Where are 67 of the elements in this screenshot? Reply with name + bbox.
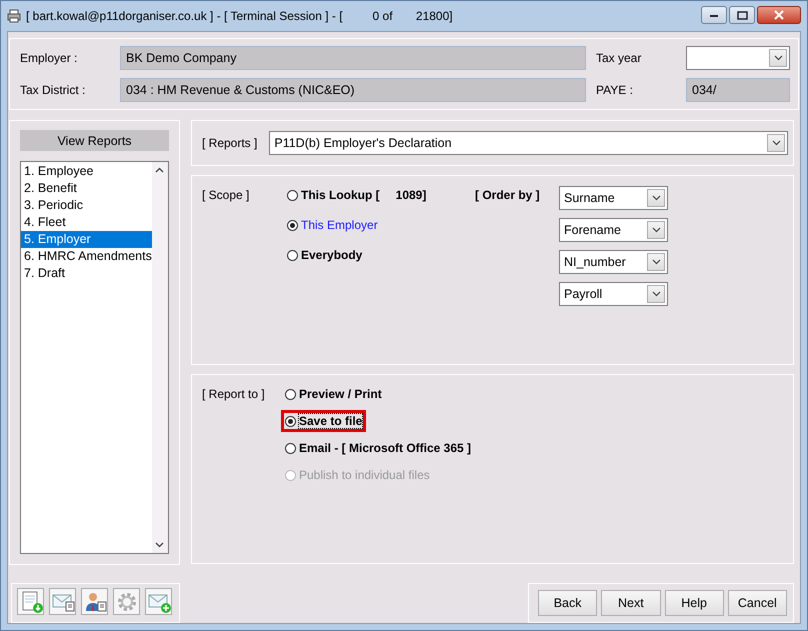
dialog-button[interactable]: Back xyxy=(538,590,598,616)
close-icon xyxy=(773,10,785,20)
dropdown-caret-icon[interactable] xyxy=(767,134,785,152)
dialog-button[interactable]: Help xyxy=(664,590,724,616)
tax-year-label: Tax year xyxy=(596,51,642,65)
list-item[interactable]: 5. Employer xyxy=(21,231,152,248)
radio-button[interactable] xyxy=(285,388,296,400)
minimize-icon xyxy=(709,12,719,18)
dropdown-caret-icon[interactable] xyxy=(647,253,665,271)
combo-value: Forename xyxy=(564,223,622,237)
reports-label: [ Reports ] xyxy=(202,136,258,150)
list-item[interactable]: 4. Fleet xyxy=(21,214,152,231)
radio-label: Email - [ Microsoft Office 365 ] xyxy=(299,441,472,455)
list-item[interactable]: 3. Periodic xyxy=(21,197,152,214)
order-by-dropdown[interactable]: Forename xyxy=(559,218,668,242)
list-item[interactable]: 2. Benefit xyxy=(21,180,152,197)
close-button[interactable] xyxy=(757,6,801,24)
employer-label: Employer : xyxy=(20,51,78,65)
order-by-label: [ Order by ] xyxy=(475,188,541,204)
scroll-up-icon[interactable] xyxy=(155,167,164,173)
tax-year-dropdown[interactable] xyxy=(686,46,790,70)
scroll-down-icon[interactable] xyxy=(155,542,164,548)
dropdown-caret-icon[interactable] xyxy=(769,49,787,67)
lookup-count: 1089] xyxy=(396,188,426,202)
paye-field: 034/ xyxy=(686,78,790,102)
order-by-dropdown[interactable]: Surname xyxy=(559,186,668,210)
maximize-button[interactable] xyxy=(729,6,755,24)
combo-value: NI_number xyxy=(564,255,627,269)
radio-button[interactable] xyxy=(285,442,296,454)
employer-field: BK Demo Company xyxy=(120,46,586,70)
scope-label: [ Scope ] xyxy=(202,188,250,204)
dropdown-caret-icon[interactable] xyxy=(647,285,665,303)
sidebar-title: View Reports xyxy=(20,130,169,151)
dialog-button[interactable]: Cancel xyxy=(728,590,787,616)
combo-value: P11D(b) Employer's Declaration xyxy=(274,136,453,150)
dropdown-caret-icon[interactable] xyxy=(647,221,665,239)
printer-icon xyxy=(7,9,21,23)
radio-button[interactable] xyxy=(287,220,298,230)
list-item[interactable]: 6. HMRC Amendments xyxy=(21,248,152,265)
radio-button[interactable] xyxy=(287,190,298,200)
paye-label: PAYE : xyxy=(596,83,634,97)
order-by-dropdown[interactable]: Payroll xyxy=(559,282,668,306)
radio-label: Preview / Print xyxy=(299,387,382,401)
reports-dropdown[interactable]: P11D(b) Employer's Declaration xyxy=(269,131,788,155)
report-to-label: [ Report to ] xyxy=(202,387,266,403)
minimize-button[interactable] xyxy=(701,6,727,24)
radio-label: Everybody xyxy=(301,248,362,262)
radio-label: Save to file xyxy=(299,414,362,428)
radio-label: This Lookup [ xyxy=(301,188,380,202)
radio-label: This Employer xyxy=(301,218,378,232)
radio-button[interactable] xyxy=(287,250,298,260)
list-item[interactable]: 7. Draft xyxy=(21,265,152,282)
radio-button[interactable] xyxy=(285,416,296,426)
person-note-button[interactable] xyxy=(81,588,108,615)
combo-value: Payroll xyxy=(564,287,604,301)
radio-label: Publish to individual files xyxy=(299,468,430,482)
combo-value: Surname xyxy=(564,191,616,205)
document-download-button[interactable] xyxy=(17,588,44,615)
window-title: [ bart.kowal@p11dorganiser.co.uk ] - [ Terminal Session ] - [ 0 of 21800] xyxy=(26,9,453,23)
tax-district-label: Tax District : xyxy=(20,83,86,97)
dropdown-caret-icon[interactable] xyxy=(647,189,665,207)
dialog-button[interactable]: Next xyxy=(601,590,660,616)
list-item[interactable]: 1. Employee xyxy=(21,163,152,180)
maximize-icon xyxy=(736,10,748,20)
envelope-note-button[interactable] xyxy=(49,588,76,615)
order-by-dropdown[interactable]: NI_number xyxy=(559,250,668,274)
tax-district-field: 034 : HM Revenue & Customs (NIC&EO) xyxy=(120,78,586,102)
